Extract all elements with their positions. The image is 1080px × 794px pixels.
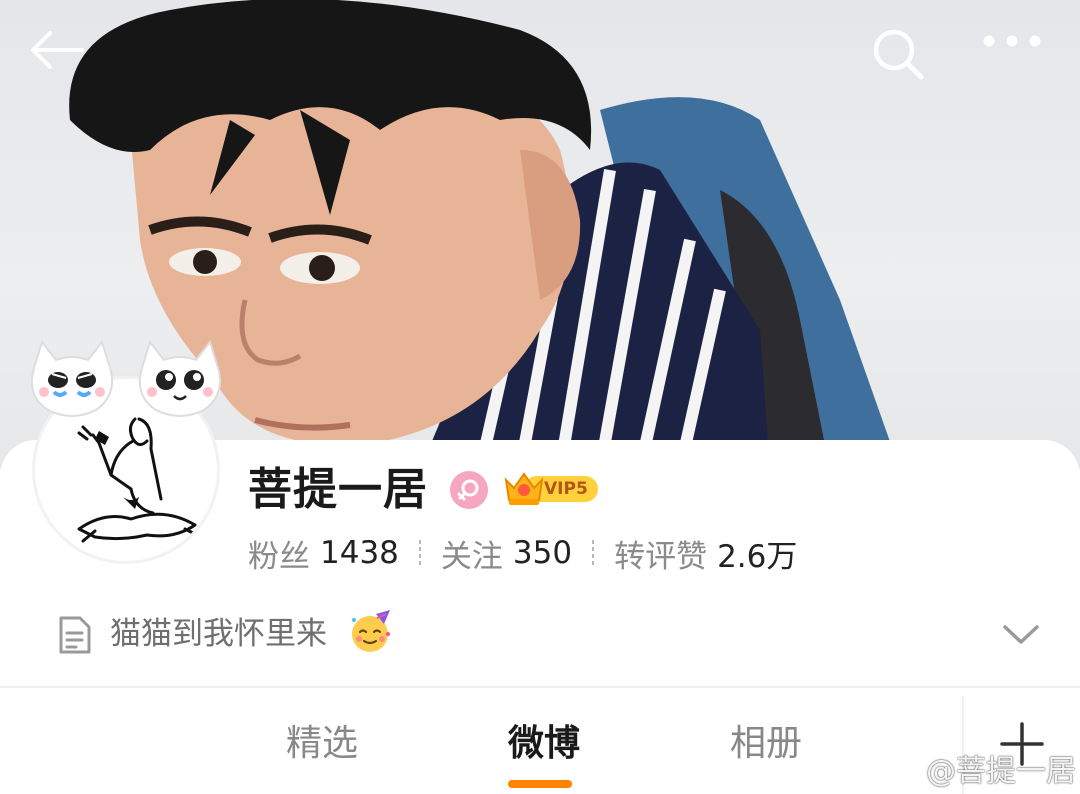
avatar-container[interactable] [26,338,226,574]
watermark-text: @菩提一居 [926,754,1076,789]
followers-count[interactable]: 1438 [320,535,399,571]
female-symbol-icon [457,479,479,501]
profile-stats: 粉丝 1438 关注 350 转评赞 2.6万 [248,530,797,576]
bio-text: 猫猫到我怀里来 [110,616,327,652]
more-button[interactable] [982,34,1056,82]
stat-divider [418,540,421,566]
bio-row[interactable]: 猫猫到我怀里来 [0,598,1080,672]
following-count[interactable]: 350 [513,535,572,571]
active-tab-indicator [508,780,572,788]
weibo-logo-icon [877,753,920,786]
user-name: 菩提一居 [248,464,428,515]
female-icon [450,471,488,509]
partying-face-emoji [352,610,390,652]
back-button[interactable] [28,30,94,88]
crown-icon [504,472,544,505]
search-icon [873,29,924,80]
stat-divider [592,540,595,566]
interactions-label: 转评赞 [614,538,708,575]
more-horizontal-icon [983,35,1041,47]
search-button[interactable] [872,28,934,90]
arrow-left-icon [31,31,84,69]
tab-album[interactable]: 相册 [696,716,836,772]
cat-sticker-happy-icon [138,339,222,417]
interactions-count: 2.6万 [717,538,798,575]
chevron-down-icon[interactable] [1000,618,1042,650]
vip-badge[interactable]: VIP5 [502,468,598,508]
document-icon [59,616,91,654]
tab-weibo[interactable]: 微博 [474,716,614,772]
followers-label[interactable]: 粉丝 [248,531,310,576]
watermark: @菩提一居 [876,746,1076,790]
cat-sticker-crying-icon [30,339,114,417]
following-label[interactable]: 关注 [441,531,503,576]
tab-featured[interactable]: 精选 [252,716,392,772]
